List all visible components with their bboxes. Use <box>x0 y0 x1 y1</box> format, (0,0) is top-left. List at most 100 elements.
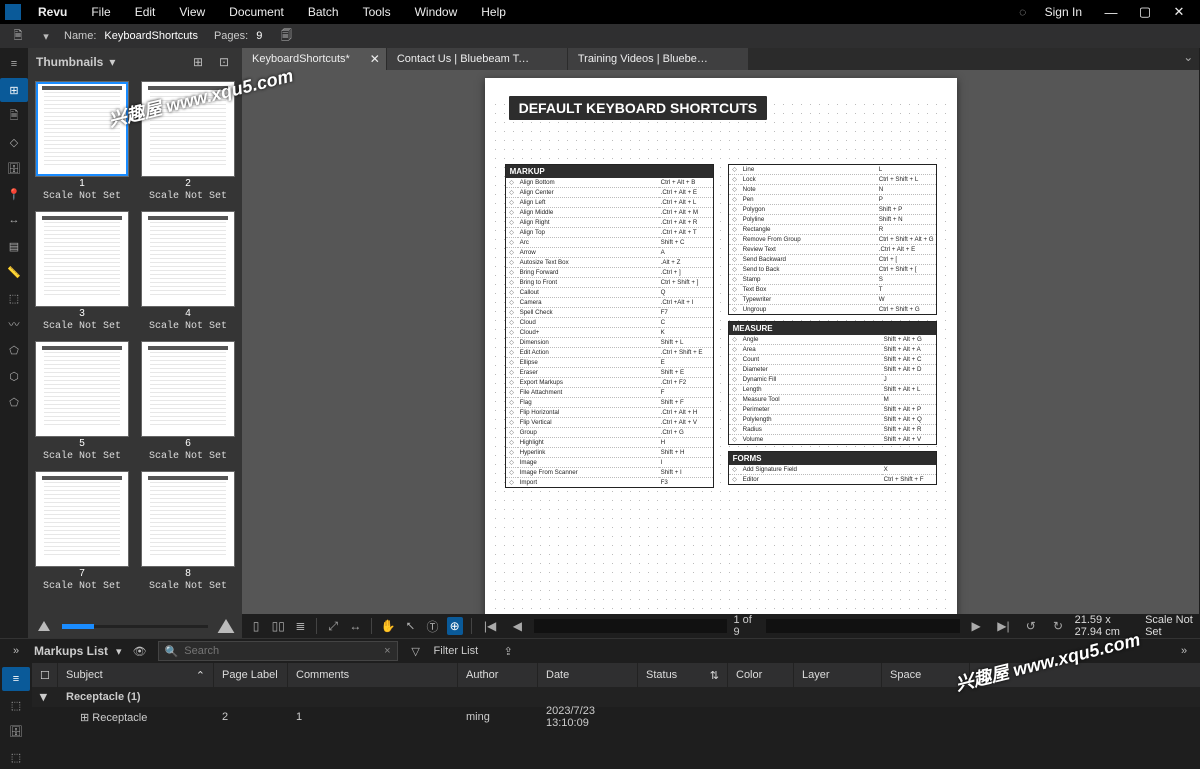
document-tab[interactable]: Training Videos | Bluebeam... <box>568 48 748 70</box>
single-page-icon[interactable]: ▯ <box>248 617 264 635</box>
dock-rail-0[interactable]: ≡ <box>2 667 30 691</box>
thumbnail-7[interactable]: 7Scale Not Set <box>36 472 128 592</box>
left-rail-tool-4[interactable]: 🗄 <box>0 156 28 180</box>
markups-list-title[interactable]: Markups List <box>34 644 108 658</box>
nav-back-button[interactable]: ↺ <box>1020 617 1041 635</box>
zoom-icon[interactable]: ⊕ <box>447 617 463 635</box>
last-page-button[interactable]: ▶| <box>993 617 1014 635</box>
close-icon[interactable]: ✕ <box>370 48 380 70</box>
fit-page-icon[interactable]: ⤢ <box>325 617 341 635</box>
thumbnail-1[interactable]: 1Scale Not Set <box>36 82 128 202</box>
filter-icon[interactable]: ▽ <box>406 642 426 660</box>
col-comments[interactable]: Comments <box>288 663 458 687</box>
document-viewport[interactable]: DEFAULT KEYBOARD SHORTCUTS MARKUP ◇Align… <box>242 70 1199 614</box>
signin-button[interactable]: Sign In <box>1033 0 1094 24</box>
filter-list-button[interactable]: Filter List <box>434 645 479 657</box>
chevron-down-icon[interactable]: ▾ <box>109 55 115 69</box>
left-rail-tool-1[interactable]: ⊞ <box>0 78 28 102</box>
minimize-button[interactable]: — <box>1094 5 1128 20</box>
menu-file[interactable]: File <box>79 0 122 24</box>
collapse-icon[interactable]: » <box>1174 642 1194 660</box>
thumbnail-size-slider[interactable] <box>28 618 242 638</box>
close-button[interactable]: ✕ <box>1162 4 1196 20</box>
thumb-tool-2[interactable]: ⊡ <box>214 53 234 71</box>
markup-row[interactable]: ⊞ Receptacle21ming2023/7/23 13:10:09 <box>32 707 1200 727</box>
export-icon[interactable]: ⇪ <box>498 642 518 660</box>
thumbnail-5[interactable]: 5Scale Not Set <box>36 342 128 462</box>
col-checkbox[interactable]: ☐ <box>32 663 58 687</box>
pan-icon[interactable]: ✋ <box>380 617 396 635</box>
dropdown-icon[interactable]: ▾ <box>36 27 56 45</box>
tab-bar: KeyboardShortcuts*✕Contact Us | Bluebeam… <box>242 48 1199 70</box>
col-date[interactable]: Date <box>538 663 638 687</box>
clear-icon[interactable]: × <box>384 645 390 657</box>
select-icon[interactable]: ⭦ <box>402 617 418 635</box>
thumb-tool-1[interactable]: ⊞ <box>188 53 208 71</box>
text-select-icon[interactable]: Ⓣ <box>424 617 440 635</box>
thumbnail-8[interactable]: 8Scale Not Set <box>142 472 234 592</box>
left-rail-tool-2[interactable]: 🗎 <box>0 104 28 128</box>
two-page-icon[interactable]: ▯▯ <box>270 617 286 635</box>
prev-page-button[interactable]: ◀ <box>507 617 528 635</box>
left-rail-tool-0[interactable]: ≡ <box>0 52 28 76</box>
section-markup-cont: ◇LineL◇LockCtrl + Shift + L◇NoteN◇PenP◇P… <box>728 164 937 315</box>
tabs-overflow-icon[interactable]: ⌄ <box>1177 48 1199 66</box>
first-page-button[interactable]: |◀ <box>479 617 500 635</box>
zoom-out-icon[interactable] <box>38 621 50 631</box>
scale-status[interactable]: Scale Not Set <box>1145 614 1193 638</box>
left-rail-tool-9[interactable]: ⬚ <box>0 286 28 310</box>
left-rail-tool-5[interactable]: 📍 <box>0 182 28 206</box>
visibility-icon[interactable]: 👁 <box>130 642 150 660</box>
thumbnail-4[interactable]: 4Scale Not Set <box>142 212 234 332</box>
col-space[interactable]: Space <box>882 663 970 687</box>
dock-rail-1[interactable]: ⬚ <box>2 693 30 717</box>
col-layer[interactable]: Layer <box>794 663 882 687</box>
left-rail-tool-3[interactable]: ◇ <box>0 130 28 154</box>
dock-rail-3[interactable]: ⬚ <box>2 745 30 769</box>
markups-group-row[interactable]: ▶ Receptacle (1) <box>32 687 1200 707</box>
page-slider[interactable] <box>534 619 727 633</box>
col-author[interactable]: Author <box>458 663 538 687</box>
left-rail-tool-8[interactable]: 📏 <box>0 260 28 284</box>
maximize-button[interactable]: ▢ <box>1128 4 1162 20</box>
markups-search[interactable]: 🔍 × <box>158 641 398 661</box>
expand-icon[interactable]: » <box>6 642 26 660</box>
left-rail-tool-7[interactable]: ▤ <box>0 234 28 258</box>
col-subject[interactable]: Subject⌃ <box>58 663 214 687</box>
menu-batch[interactable]: Batch <box>296 0 351 24</box>
menu-edit[interactable]: Edit <box>123 0 168 24</box>
left-rail-tool-10[interactable]: 〰 <box>0 312 28 336</box>
document-tab[interactable]: KeyboardShortcuts*✕ <box>242 48 386 70</box>
fit-width-icon[interactable]: ↔ <box>347 617 363 635</box>
section-forms: FORMS ◇Add Signature FieldX◇EditorCtrl +… <box>728 451 937 485</box>
page-slider[interactable] <box>766 619 959 633</box>
thumbnail-6[interactable]: 6Scale Not Set <box>142 342 234 462</box>
next-page-button[interactable]: ▶ <box>966 617 987 635</box>
search-input[interactable] <box>184 645 378 657</box>
col-status[interactable]: Status⇅ <box>638 663 728 687</box>
thumbnail-2[interactable]: 2Scale Not Set <box>142 82 234 202</box>
dock-rail-2[interactable]: 🗄 <box>2 719 30 743</box>
page-title: DEFAULT KEYBOARD SHORTCUTS <box>509 96 768 120</box>
zoom-in-icon[interactable] <box>218 619 235 633</box>
document-tab[interactable]: Contact Us | Bluebeam Tec... <box>387 48 567 70</box>
page-options-icon[interactable]: 🗐 <box>276 27 296 45</box>
menu-help[interactable]: Help <box>469 0 518 24</box>
thumbnail-3[interactable]: 3Scale Not Set <box>36 212 128 332</box>
thumbnails-title[interactable]: Thumbnails <box>36 55 103 69</box>
nav-fwd-button[interactable]: ↻ <box>1047 617 1068 635</box>
continuous-icon[interactable]: ≣ <box>292 617 308 635</box>
chevron-down-icon[interactable]: ▾ <box>116 645 122 658</box>
menu-document[interactable]: Document <box>217 0 296 24</box>
file-icon[interactable]: 🗎 <box>8 27 28 45</box>
col-color[interactable]: Color <box>728 663 794 687</box>
menu-tools[interactable]: Tools <box>351 0 403 24</box>
left-rail-tool-13[interactable]: ⬠ <box>0 390 28 414</box>
col-page-label[interactable]: Page Label <box>214 663 288 687</box>
left-rail-tool-11[interactable]: ⬠ <box>0 338 28 362</box>
document-area: KeyboardShortcuts*✕Contact Us | Bluebeam… <box>242 48 1199 638</box>
menu-view[interactable]: View <box>167 0 217 24</box>
left-rail-tool-12[interactable]: ⬡ <box>0 364 28 388</box>
left-rail-tool-6[interactable]: ↔ <box>0 208 28 232</box>
menu-window[interactable]: Window <box>403 0 470 24</box>
